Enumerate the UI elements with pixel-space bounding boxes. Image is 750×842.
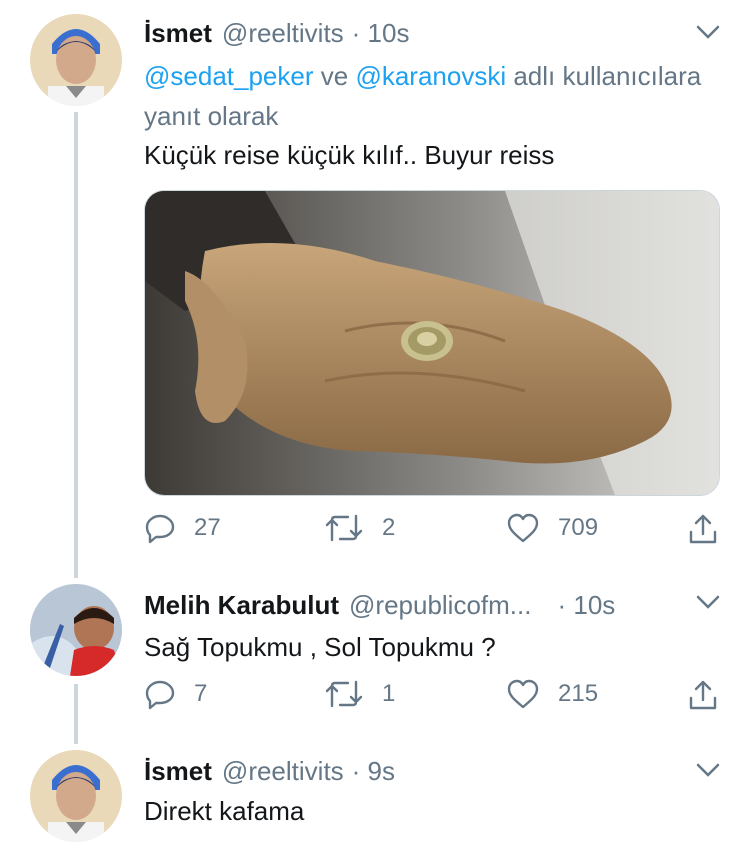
reply-button[interactable]: 7: [144, 678, 207, 710]
retweet-count: 1: [382, 680, 396, 707]
reply-count: 7: [194, 680, 208, 707]
share-icon: [686, 678, 720, 712]
share-icon: [686, 512, 720, 546]
tweet-header: İsmet @reeltivits · 9s: [144, 756, 395, 787]
reply-icon: [144, 678, 176, 710]
like-button[interactable]: 215: [506, 678, 598, 710]
mention-link[interactable]: @karanovski: [355, 61, 506, 91]
reply-connector: ve: [320, 61, 349, 91]
tweet-actions: 27 2 709: [144, 512, 724, 552]
retweet-count: 2: [382, 514, 396, 541]
timestamp[interactable]: · 10s: [557, 590, 615, 621]
author-name[interactable]: İsmet: [144, 18, 212, 49]
tweet-text: Sağ Topukmu , Sol Topukmu ?: [144, 632, 496, 662]
mention-link[interactable]: @sedat_peker: [144, 61, 314, 91]
timestamp[interactable]: · 10s: [352, 18, 410, 49]
heart-icon: [506, 512, 540, 544]
chevron-down-icon[interactable]: [694, 760, 722, 780]
chevron-down-icon[interactable]: [694, 592, 722, 612]
share-button[interactable]: [686, 678, 720, 712]
tweet-header: İsmet @reeltivits · 10s: [144, 18, 409, 49]
tweet[interactable]: İsmet @reeltivits · 10s @sedat_peker ve …: [0, 0, 750, 570]
author-handle[interactable]: @reeltivits: [222, 756, 344, 787]
heart-icon: [506, 678, 540, 710]
retweet-button[interactable]: 1: [324, 678, 395, 710]
tweet-image[interactable]: [144, 190, 720, 496]
chevron-down-icon[interactable]: [694, 22, 722, 42]
reply-count: 27: [194, 514, 221, 541]
timestamp[interactable]: · 9s: [352, 756, 395, 787]
retweet-icon: [324, 678, 364, 710]
like-count: 709: [558, 514, 599, 541]
tweet[interactable]: Melih Karabulut @republicofm... · 10s Sa…: [0, 578, 750, 728]
tweet-text: Küçük reise küçük kılıf.. Buyur reiss: [144, 140, 555, 170]
retweet-icon: [324, 512, 364, 544]
author-handle[interactable]: @republicofm...: [349, 590, 531, 621]
avatar[interactable]: [30, 750, 122, 842]
reply-button[interactable]: 27: [144, 512, 221, 544]
author-name[interactable]: İsmet: [144, 756, 212, 787]
tweet-text: Direkt kafama: [144, 796, 305, 826]
like-count: 215: [558, 680, 599, 707]
like-button[interactable]: 709: [506, 512, 598, 544]
share-button[interactable]: [686, 512, 720, 546]
retweet-button[interactable]: 2: [324, 512, 395, 544]
avatar[interactable]: [30, 14, 122, 106]
tweet-header: Melih Karabulut @republicofm... · 10s: [144, 590, 615, 621]
tweet[interactable]: İsmet @reeltivits · 9s Direkt kafama: [0, 744, 750, 842]
author-name[interactable]: Melih Karabulut: [144, 590, 339, 621]
avatar[interactable]: [30, 584, 122, 676]
tweet-actions: 7 1 215: [144, 678, 724, 718]
reply-context: @sedat_peker ve @karanovski adlı kullanı…: [144, 56, 704, 136]
author-handle[interactable]: @reeltivits: [222, 18, 344, 49]
reply-icon: [144, 512, 176, 544]
